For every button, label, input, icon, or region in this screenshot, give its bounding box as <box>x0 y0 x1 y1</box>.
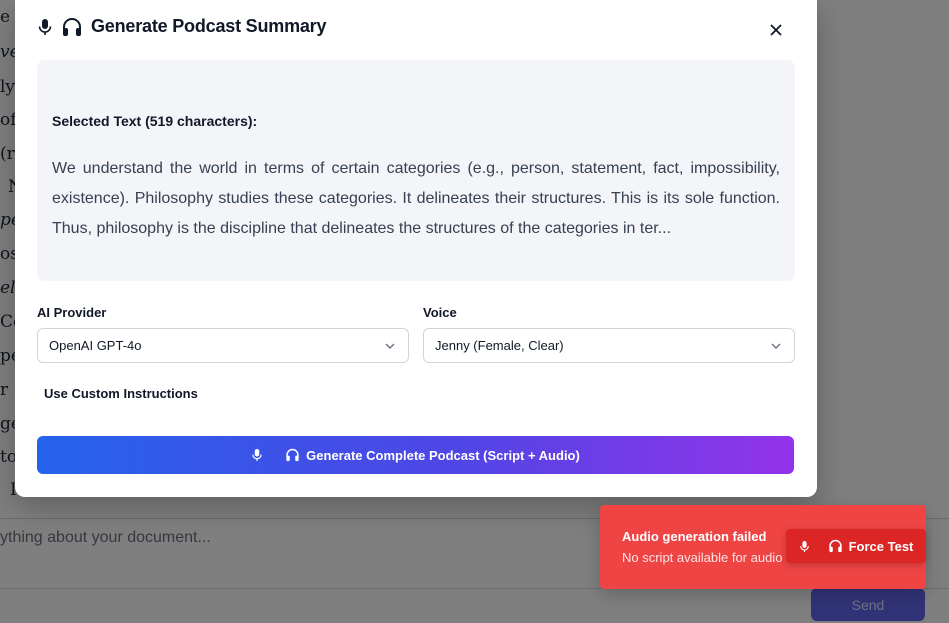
headphones-icon <box>61 17 83 37</box>
selected-text-label: Selected Text (519 characters): <box>52 113 258 129</box>
selected-text-content: We understand the world in terms of cert… <box>52 160 780 237</box>
headphones-icon <box>285 448 300 462</box>
generate-podcast-button[interactable]: Generate Complete Podcast (Script + Audi… <box>37 436 794 474</box>
headphones-icon <box>828 539 843 553</box>
force-test-button[interactable]: Force Test <box>786 529 926 563</box>
custom-instructions-toggle[interactable]: Use Custom Instructions <box>44 386 198 401</box>
chevron-down-icon <box>770 340 782 355</box>
ai-provider-select[interactable]: OpenAI GPT-4o <box>37 328 409 363</box>
close-button[interactable] <box>764 18 788 42</box>
toast-message: No script available for audio <box>622 550 783 565</box>
voice-select[interactable]: Jenny (Female, Clear) <box>423 328 795 363</box>
voice-value: Jenny (Female, Clear) <box>435 338 564 353</box>
podcast-modal: Generate Podcast Summary Selected Text (… <box>15 0 817 497</box>
generate-podcast-label: Generate Complete Podcast (Script + Audi… <box>306 447 580 463</box>
selected-text-panel: Selected Text (519 characters): We under… <box>37 60 795 281</box>
chevron-down-icon <box>384 340 396 355</box>
toast-title: Audio generation failed <box>622 529 767 544</box>
modal-header: Generate Podcast Summary <box>37 16 327 37</box>
close-icon <box>770 24 782 36</box>
microphone-icon <box>37 18 53 36</box>
modal-title: Generate Podcast Summary <box>91 16 327 36</box>
ai-provider-value: OpenAI GPT-4o <box>49 338 142 353</box>
microphone-icon <box>251 448 263 462</box>
microphone-icon <box>799 540 810 553</box>
voice-label: Voice <box>423 305 457 320</box>
ai-provider-label: AI Provider <box>37 305 107 320</box>
force-test-label: Force Test <box>848 538 914 554</box>
